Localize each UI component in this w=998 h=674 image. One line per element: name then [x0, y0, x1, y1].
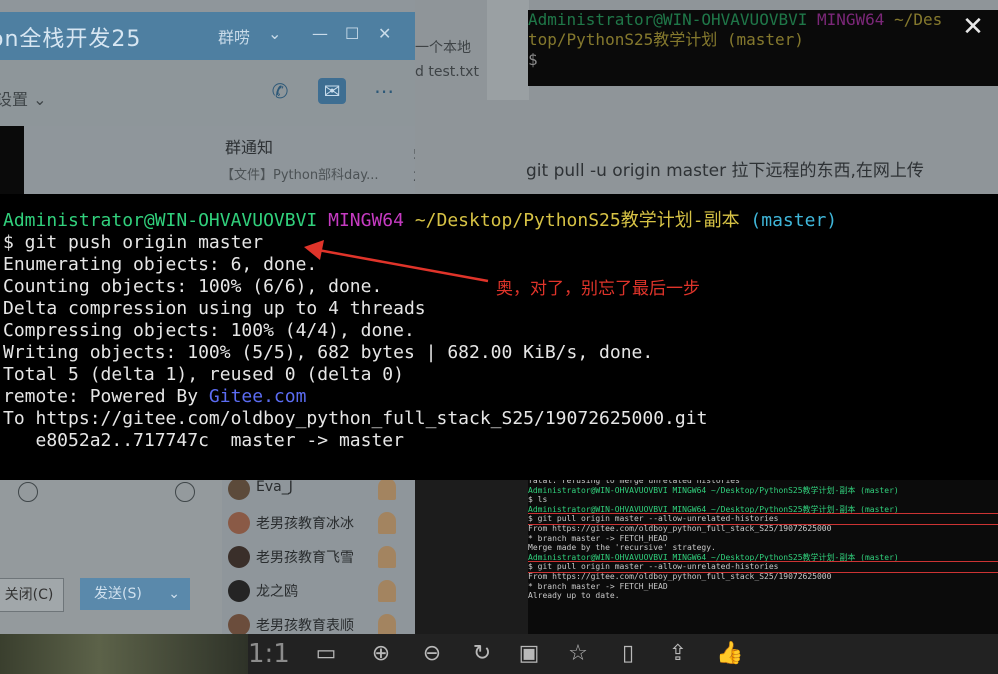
- list-item[interactable]: 老男孩教育冰冰: [222, 506, 415, 542]
- zoom-out-icon[interactable]: ⊖: [416, 638, 448, 670]
- terminal-line: top/PythonS25教学计划 (master): [528, 30, 804, 49]
- maximize-button[interactable]: ☐: [345, 24, 359, 43]
- remote-prefix: remote: Powered By: [3, 386, 209, 407]
- avatar: [228, 614, 250, 636]
- main-terminal: Administrator@WIN-OHVAVUOVBVI MINGW64 ~/…: [0, 194, 998, 480]
- terminal-line: $: [528, 50, 538, 69]
- terminal-line: * branch master -> FETCH_HEAD: [528, 533, 668, 543]
- list-item[interactable]: 老男孩教育飞雪: [222, 540, 415, 576]
- prompt-path: ~/Des: [894, 10, 943, 29]
- member-role-icon: [378, 580, 396, 602]
- terminal-line: Delta compression using up to 4 threads: [3, 298, 426, 319]
- black-strip: [0, 126, 24, 196]
- photo-thumbnail: [0, 634, 248, 674]
- prompt-user: Administrator@WIN-OHVAVUOVBVI: [3, 210, 318, 231]
- save-icon[interactable]: ▣: [513, 638, 545, 670]
- chevron-down-icon: ⌄: [33, 90, 47, 109]
- list-item[interactable]: 龙之鸥: [222, 574, 415, 610]
- viewer-toolbar: 1:1 ▭ ⊕ ⊖ ↻ ▣ ☆ ▯ ⇪ 👍: [248, 634, 998, 674]
- minimize-button[interactable]: —: [312, 24, 328, 43]
- terminal-line: $ git pull origin master --allow-unrelat…: [528, 513, 998, 525]
- terminal-line: Total 5 (delta 1), reused 0 (delta 0): [3, 364, 404, 385]
- terminal-line: Administrator@WIN-OHVAVUOVBVI MINGW64 ~/…: [528, 504, 899, 514]
- chat-titlebar: on全栈开发25 群唠 ⌄ — ☐ ✕: [0, 12, 415, 60]
- send-label: 发送(S): [94, 586, 142, 602]
- doc-text-line: d test.txt: [415, 64, 479, 80]
- member-name: 老男孩教育冰冰: [256, 516, 354, 532]
- terminal-line: $ ls: [528, 495, 548, 505]
- share-icon[interactable]: ⇪: [662, 638, 694, 670]
- terminal-prompt: Administrator@WIN-OHVAVUOVBVI MINGW64 ~/…: [3, 210, 998, 232]
- prompt-path: ~/Desktop/PythonS25教学计划-副本: [414, 210, 740, 231]
- group-notice-name: 群通知: [225, 138, 274, 157]
- member-name: Eva_J: [256, 479, 293, 495]
- git-pull-note: git pull -u origin master 拉下远程的东西,在网上传: [526, 161, 924, 181]
- device-icon[interactable]: ▯: [612, 638, 644, 670]
- terminal-line: Already up to date.: [528, 591, 620, 601]
- avatar: [228, 580, 250, 602]
- close-viewer-button[interactable]: ✕: [958, 12, 988, 42]
- terminal-line: From https://gitee.com/oldboy_python_ful…: [528, 571, 832, 581]
- member-role-icon: [378, 512, 396, 534]
- prompt-user: Administrator@WIN-OHVAVUOVBVI: [528, 10, 808, 29]
- chat-title: on全栈开发25: [0, 27, 142, 52]
- terminal-line: * branch master -> FETCH_HEAD: [528, 581, 668, 591]
- viewer-toolbar-buttons: 1:1 ▭ ⊕ ⊖ ↻ ▣ ☆ ▯ ⇪ 👍: [248, 634, 768, 674]
- close-window-button[interactable]: ✕: [378, 24, 391, 43]
- doc-text-line: 一个本地: [415, 40, 471, 56]
- member-name: 龙之鸥: [256, 584, 298, 600]
- prompt-env: MINGW64: [328, 210, 404, 231]
- terminal-line: $ git pull origin master --allow-unrelat…: [528, 561, 998, 573]
- message-icon[interactable]: ✉: [318, 78, 346, 104]
- terminal-line: Writing objects: 100% (5/5), 682 bytes |…: [3, 342, 654, 363]
- group-notice-snippet: 【文件】Python部科day...: [221, 168, 379, 183]
- fit-icon[interactable]: ▭: [310, 638, 342, 670]
- annotation-text: 奥，对了，别忘了最后一步: [496, 279, 700, 299]
- rotate-icon[interactable]: ↻: [466, 638, 498, 670]
- member-name: 老男孩教育飞雪: [256, 550, 354, 566]
- terminal-line: Enumerating objects: 6, done.: [3, 254, 318, 275]
- group-chat-button[interactable]: 群唠: [218, 24, 250, 48]
- member-role-icon: [378, 546, 396, 568]
- avatar: [228, 512, 250, 534]
- terminal-line: e8052a2..717747c master -> master: [3, 430, 404, 451]
- bookmark-icon[interactable]: ☆: [562, 638, 594, 670]
- terminal-line: To https://gitee.com/oldboy_python_full_…: [3, 408, 708, 429]
- terminal-line: remote: Powered By Gitee.com: [3, 386, 998, 408]
- terminal-line: Administrator@WIN-OHVAVUOVBVI MINGW64 ~/…: [528, 485, 899, 495]
- like-icon[interactable]: 👍: [714, 638, 746, 670]
- chevron-down-icon[interactable]: ⌄: [168, 578, 180, 610]
- avatar: [228, 478, 250, 500]
- zoom-in-icon[interactable]: ⊕: [365, 638, 397, 670]
- member-name: 老男孩教育表顺: [256, 618, 354, 634]
- phone-icon[interactable]: ✆: [266, 78, 294, 104]
- terminal-command: $ git push origin master: [3, 232, 264, 253]
- more-icon[interactable]: ⋯: [370, 78, 398, 104]
- emoji-icon[interactable]: [18, 482, 38, 502]
- top-terminal: Administrator@WIN-OHVAVUOVBVI MINGW64 ~/…: [528, 10, 998, 86]
- send-button[interactable]: 发送(S) ⌄: [80, 578, 190, 610]
- chevron-down-icon[interactable]: ⌄: [268, 24, 281, 43]
- history-clock-icon[interactable]: [175, 482, 195, 502]
- doc-snippet: 一个本地 d test.txt: [415, 36, 479, 84]
- terminal-line: From https://gitee.com/oldboy_python_ful…: [528, 523, 832, 533]
- close-button[interactable]: 关闭(C): [0, 578, 64, 612]
- settings-label: 设置: [0, 90, 29, 109]
- thumbnail-terminal: fatal: refusing to merge unrelated histo…: [528, 476, 998, 634]
- member-role-icon: [378, 478, 396, 500]
- doc-divider: [487, 0, 529, 100]
- group-notice-item[interactable]: 群通知 【文件】Python部科day... 55 28: [195, 128, 415, 198]
- terminal-line: Compressing objects: 100% (4/4), done.: [3, 320, 415, 341]
- settings-menu[interactable]: 设置 ⌄: [0, 86, 47, 110]
- prompt-branch: (master): [750, 210, 838, 231]
- terminal-line: Administrator@WIN-OHVAVUOVBVI MINGW64 ~/…: [528, 552, 899, 562]
- remote-link[interactable]: Gitee.com: [209, 386, 307, 407]
- chat-toolbar: 设置 ⌄ ✆ ✉ ⋯: [0, 60, 415, 126]
- member-role-icon: [378, 614, 396, 636]
- terminal-line: Merge made by the 'recursive' strategy.: [528, 543, 716, 553]
- actual-size-button[interactable]: 1:1: [248, 634, 290, 674]
- prompt-env: MINGW64: [817, 10, 885, 29]
- avatar: [228, 546, 250, 568]
